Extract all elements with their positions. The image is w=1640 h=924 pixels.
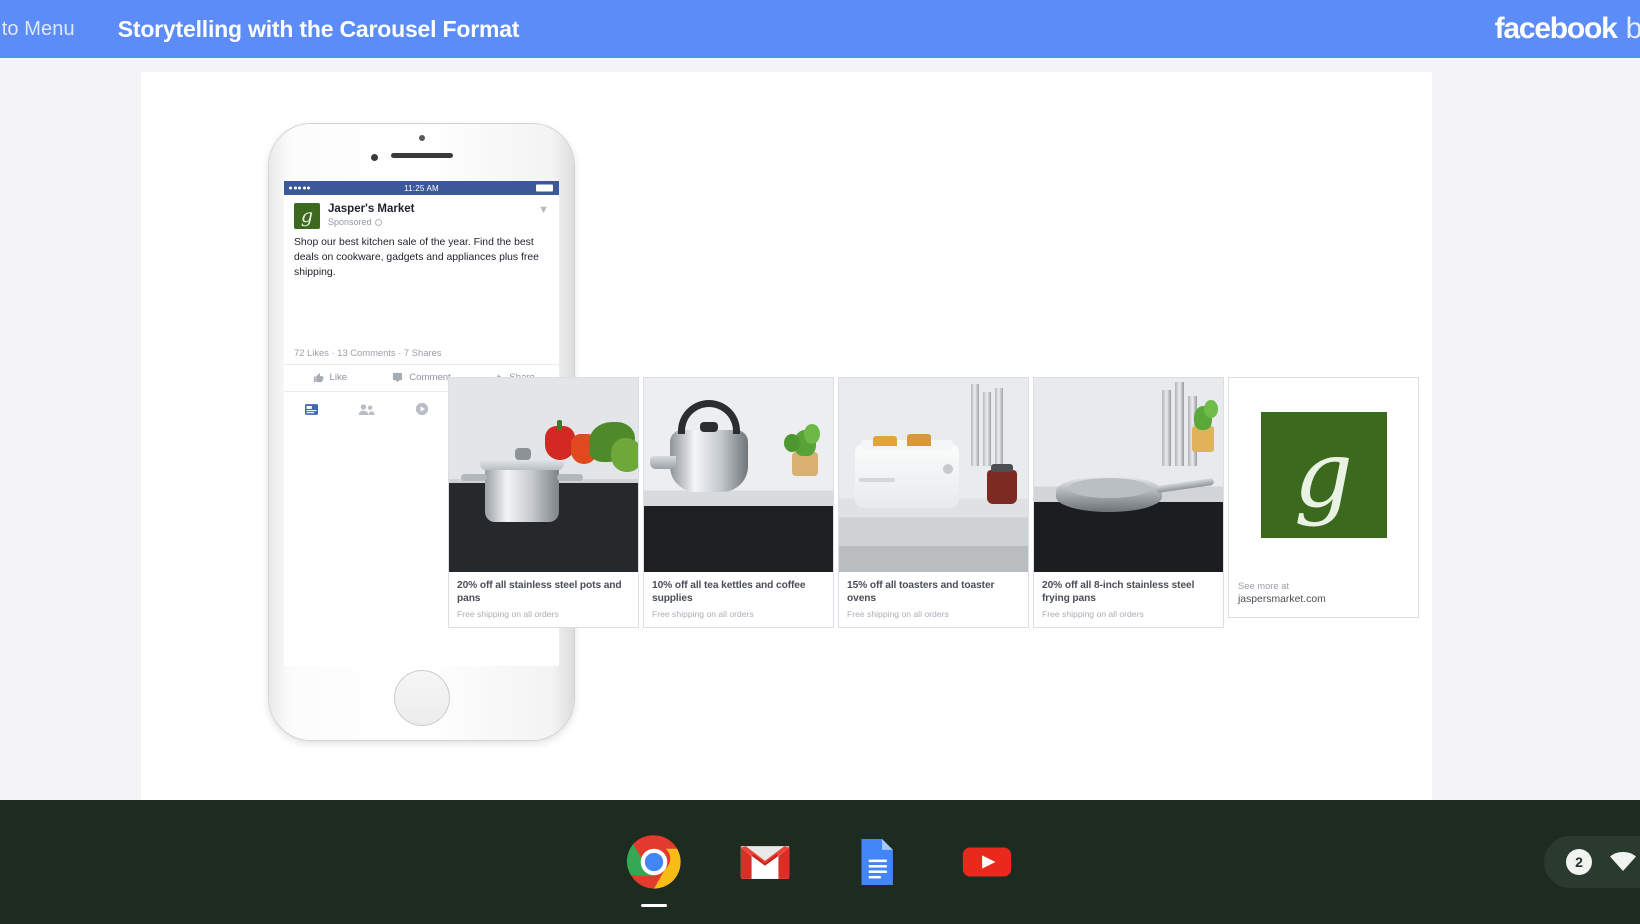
- phone-status-bar: 11:25 AM: [284, 181, 559, 195]
- card-subtitle: Free shipping on all orders: [652, 609, 825, 619]
- engagement-counts: 72 Likes · 13 Comments · 7 Shares: [284, 339, 559, 365]
- page-name[interactable]: Jasper's Market: [328, 203, 414, 216]
- gmail-icon: [736, 833, 794, 891]
- card-image-toaster: [839, 378, 1028, 572]
- phone-camera-icon: [419, 135, 425, 141]
- comment-button-label: Comment: [409, 372, 451, 383]
- brand-logo: facebook blue: [1495, 12, 1640, 46]
- end-card-caption: See more at jaspersmarket.com: [1229, 572, 1418, 617]
- card-title: 20% off all 8-inch stainless steel fryin…: [1042, 579, 1215, 606]
- wifi-icon[interactable]: [1610, 852, 1636, 872]
- card-subtitle: Free shipping on all orders: [847, 609, 1020, 619]
- slide-canvas: 11:25 AM g Jasper's Market Sponsored: [141, 72, 1432, 800]
- friends-icon: [358, 403, 375, 416]
- back-to-menu-link[interactable]: k to Menu: [0, 18, 75, 41]
- card-subtitle: Free shipping on all orders: [457, 609, 630, 619]
- comment-bubble-icon: [392, 372, 403, 383]
- active-app-indicator: [641, 904, 667, 907]
- tab-news-feed[interactable]: [284, 403, 339, 416]
- thumbs-up-icon: [313, 372, 324, 383]
- phone-speaker-grill: [391, 153, 453, 158]
- shelf-app-list: [625, 833, 1016, 891]
- phone-sensor-icon: [371, 154, 378, 161]
- youtube-icon: [958, 833, 1016, 891]
- like-button-label: Like: [330, 372, 348, 383]
- news-feed-icon: [304, 403, 319, 416]
- sponsored-label: Sponsored: [328, 217, 372, 227]
- notification-badge[interactable]: 2: [1566, 849, 1592, 875]
- card-title: 15% off all toasters and toaster ovens: [847, 579, 1020, 606]
- avatar[interactable]: g: [294, 203, 320, 229]
- carousel-strip[interactable]: 20% off all stainless steel pots and pan…: [448, 377, 1419, 628]
- card-caption: 20% off all 8-inch stainless steel fryin…: [1034, 572, 1223, 627]
- phone-home-button[interactable]: [394, 670, 450, 726]
- tab-video[interactable]: [394, 402, 449, 416]
- shelf-item-gmail[interactable]: [736, 833, 794, 891]
- presentation-stage: 11:25 AM g Jasper's Market Sponsored: [0, 58, 1640, 800]
- carousel-card[interactable]: 15% off all toasters and toaster ovens F…: [838, 377, 1029, 628]
- video-icon: [415, 402, 429, 416]
- status-bar-time: 11:25 AM: [404, 184, 439, 193]
- battery-icon: [536, 185, 553, 192]
- end-card-media: g: [1229, 378, 1418, 572]
- app-header: k to Menu Storytelling with the Carousel…: [0, 0, 1640, 58]
- end-card-line1: See more at: [1238, 580, 1409, 593]
- chevron-down-icon[interactable]: ▼: [538, 205, 549, 216]
- shelf-item-google-docs[interactable]: [847, 833, 905, 891]
- card-caption: 10% off all tea kettles and coffee suppl…: [644, 572, 833, 627]
- chrome-icon: [625, 833, 683, 891]
- card-image-stock-pot: [449, 378, 638, 572]
- sponsored-row: Sponsored: [328, 217, 414, 227]
- card-title: 20% off all stainless steel pots and pan…: [457, 579, 630, 606]
- carousel-card[interactable]: 20% off all stainless steel pots and pan…: [448, 377, 639, 628]
- card-title: 10% off all tea kettles and coffee suppl…: [652, 579, 825, 606]
- page-title: Storytelling with the Carousel Format: [118, 16, 520, 43]
- carousel-card[interactable]: 10% off all tea kettles and coffee suppl…: [643, 377, 834, 628]
- system-tray[interactable]: 2: [1544, 836, 1640, 888]
- carousel-end-card[interactable]: g See more at jaspersmarket.com: [1228, 377, 1419, 618]
- avatar-glyph: g: [301, 207, 313, 226]
- post-header-text: Jasper's Market Sponsored: [328, 203, 414, 227]
- like-button[interactable]: Like: [284, 372, 376, 383]
- tab-friends[interactable]: [339, 403, 394, 416]
- carousel-card[interactable]: 20% off all 8-inch stainless steel fryin…: [1033, 377, 1224, 628]
- end-card-line2[interactable]: jaspersmarket.com: [1238, 593, 1409, 607]
- brand-blueprint-text: blue: [1626, 12, 1640, 46]
- brand-facebook-text: facebook: [1495, 12, 1617, 46]
- post-body-text: Shop our best kitchen sale of the year. …: [284, 233, 559, 287]
- taskbar-shelf: 2: [0, 800, 1640, 924]
- card-image-tea-kettle: [644, 378, 833, 572]
- card-caption: 20% off all stainless steel pots and pan…: [449, 572, 638, 627]
- jaspers-market-logo: g: [1261, 412, 1387, 538]
- logo-glyph: g: [1294, 437, 1353, 512]
- post-header: g Jasper's Market Sponsored ▼: [284, 195, 559, 233]
- card-subtitle: Free shipping on all orders: [1042, 609, 1215, 619]
- card-caption: 15% off all toasters and toaster ovens F…: [839, 572, 1028, 627]
- shelf-item-youtube[interactable]: [958, 833, 1016, 891]
- google-docs-icon: [847, 833, 905, 891]
- signal-strength-icon: [289, 187, 310, 190]
- card-image-frying-pan: [1034, 378, 1223, 572]
- audience-globe-icon: [375, 219, 382, 226]
- shelf-item-chrome[interactable]: [625, 833, 683, 891]
